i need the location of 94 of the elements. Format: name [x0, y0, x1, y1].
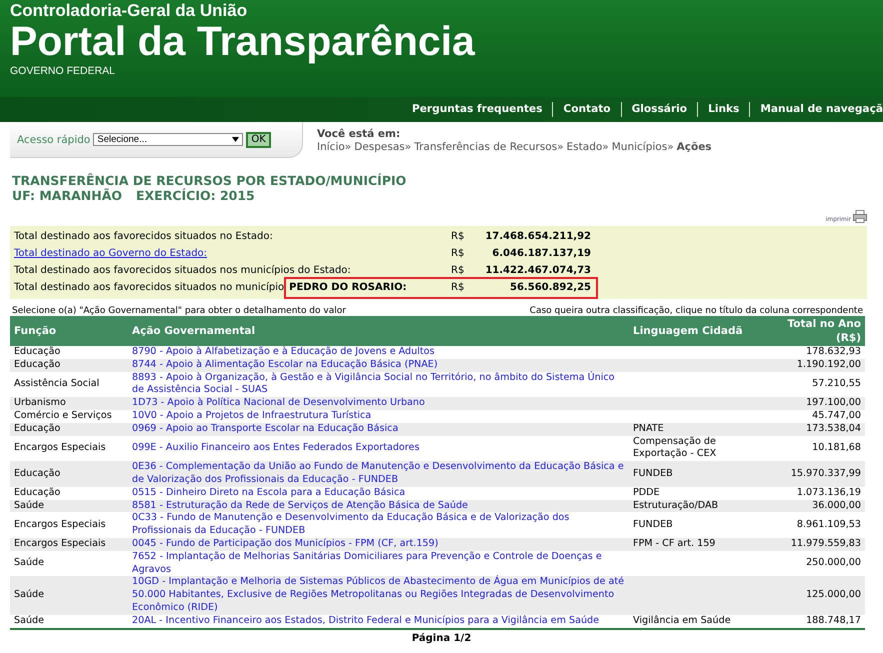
site-title: Portal da Transparência [10, 21, 476, 61]
column-header[interactable]: Linguagem Cidadã [629, 316, 757, 346]
breadcrumb-link[interactable]: Municípios [612, 141, 668, 153]
summary-link[interactable]: Total destinado ao Governo do Estado: [14, 248, 208, 259]
nav-link[interactable]: Contato [552, 102, 621, 117]
org-name: Controladoria-Geral da União [10, 0, 248, 21]
breadcrumb-link[interactable]: Estado [566, 141, 602, 153]
summary-amount: 6.046.187.137,19 [491, 248, 591, 259]
summary-label: Total destinado aos favorecidos situados no Estado: [14, 231, 273, 242]
breadcrumb-link[interactable]: Início [317, 141, 345, 153]
currency-label: R$ [451, 265, 466, 276]
table-cell: Educação [10, 461, 128, 487]
table-cell: Vigilância em Saúde [633, 614, 731, 626]
currency-label: R$ [451, 282, 466, 293]
nav-link[interactable]: Perguntas frequentes [402, 102, 552, 117]
breadcrumb-link[interactable]: Despesas [354, 141, 405, 153]
table-cell: FUNDEB [633, 518, 673, 530]
summary-amount: 17.468.654.211,92 [484, 231, 591, 242]
table-cell: 125.000,00 [757, 576, 865, 615]
table-cell: Educação [10, 346, 128, 359]
table-cell: 11.979.559,83 [757, 538, 865, 551]
table-cell: 188.748,17 [757, 614, 865, 629]
table-cell: 45.747,00 [757, 410, 865, 423]
column-header[interactable]: Ação Governamental [128, 316, 629, 346]
currency-label: R$ [451, 231, 466, 242]
table-cell: 36.000,00 [757, 500, 865, 512]
summary-label: Total destinado aos favorecidos situados nos municípios do Estado: [14, 265, 351, 276]
currency-label: R$ [451, 248, 466, 259]
table-cell: Encargos Especiais [10, 512, 128, 538]
summary-amount: 56.560.892,25 [509, 282, 591, 293]
table-cell: 250.000,00 [757, 550, 865, 576]
table-cell: 57.210,55 [757, 372, 865, 398]
nav-link[interactable]: Manual de navegaçã [749, 102, 883, 117]
table-cell: 1.190.192,00 [757, 358, 865, 372]
action-link[interactable]: 7652 - Implantação de Melhorias Sanitárias Domiciliares para Prevenção e Controle de Doenças e Agravos [132, 550, 625, 576]
table-cell: Compensação de Exportação - CEX [633, 436, 716, 460]
action-link[interactable]: 20AL - Incentivo Financeiro aos Estados, Distrito Federal e Municípios para a Vigilância em Saúde [132, 614, 625, 628]
action-link[interactable]: 10V0 - Apoio a Projetos de Infraestrutura Turística [132, 410, 625, 423]
action-link[interactable]: 0C33 - Fundo de Manutenção e Desenvolvimento da Educação Básica e de Valorização dos Profissionais da Educação - FUNDEB [132, 512, 625, 538]
nav-link[interactable]: Links [697, 102, 750, 117]
table-cell: 10.181,68 [757, 436, 865, 462]
action-link[interactable]: 099E - Auxilio Financeiro aos Entes Federados Exportadores [132, 442, 625, 455]
table-cell: Saúde [10, 550, 128, 576]
ok-button[interactable]: OK [246, 132, 271, 148]
table-cell: Saúde [10, 500, 128, 512]
table-hint: Selecione o(a) "Ação Governamental" para obter o detalhamento do valor [12, 306, 346, 316]
breadcrumb-separator: » [404, 141, 412, 153]
table-cell: 197.100,00 [757, 397, 865, 410]
table-cell: 173.538,04 [757, 422, 865, 436]
summary-label: Total destinado aos favorecidos situados no município [14, 282, 284, 293]
table-cell: Saúde [10, 576, 128, 615]
table-cell: PDDE [633, 486, 660, 498]
printer-icon[interactable] [853, 210, 867, 223]
nav-link[interactable]: Glossário [620, 102, 698, 117]
table-cell: Educação [10, 486, 128, 500]
breadcrumb-separator: » [344, 141, 352, 153]
table-cell: Encargos Especiais [10, 436, 128, 462]
pagination-label: Página 1/2 [412, 632, 472, 644]
table-cell: 1.073.136,19 [757, 486, 865, 500]
table-cell: Estruturação/DAB [633, 500, 718, 511]
breadcrumb-link[interactable]: Transferências de Recursos [414, 141, 558, 153]
table-cell: PNATE [633, 422, 664, 434]
table-cell: Assistência Social [10, 372, 128, 398]
table-cell: FPM - CF art. 159 [633, 538, 716, 549]
page-title: TRANSFERÊNCIA DE RECURSOS POR ESTADO/MUNICÍPIO [12, 173, 408, 188]
action-link[interactable]: 8790 - Apoio à Alfabetização e à Educação de Jovens e Adultos [132, 346, 625, 359]
table-cell: Urbanismo [10, 397, 128, 410]
table-cell: 8.961.109,53 [757, 512, 865, 538]
table-cell: Encargos Especiais [10, 538, 128, 551]
site-subtitle: GOVERNO FEDERAL [10, 65, 116, 77]
breadcrumb-separator: » [667, 141, 674, 153]
table-cell: Educação [10, 358, 128, 372]
column-header[interactable]: Função [10, 316, 128, 346]
table-cell: 178.632,93 [757, 346, 865, 359]
year-label: EXERCÍCIO: 2015 [136, 188, 255, 203]
table-cell: FUNDEB [633, 468, 673, 479]
summary-amount: 11.422.467.074,73 [484, 265, 591, 276]
column-header[interactable]: Total no Ano (R$) [757, 316, 865, 346]
quick-access-label: Acesso rápido [17, 134, 90, 146]
breadcrumb-separator: » [557, 141, 564, 153]
state-label: UF: MARANHÃO [12, 188, 122, 203]
table-cell: Comércio e Serviços [10, 410, 128, 423]
table-cell: 15.970.337,99 [757, 461, 865, 487]
breadcrumb-link[interactable]: Ações [676, 141, 712, 153]
sort-hint: Caso queira outra classificação, clique no título da coluna correspondente [530, 306, 863, 316]
municipality-name: PEDRO DO ROSARIO: [289, 282, 408, 293]
action-link[interactable]: 8893 - Apoio à Organização, à Gestão e à Vigilância Social no Território, no âmbito do Sistema Único de Assistência Social - SUAS [132, 372, 625, 398]
table-cell: Saúde [10, 614, 128, 629]
breadcrumb-heading: Você está em: [317, 128, 402, 140]
action-link[interactable]: 0515 - Dinheiro Direto na Escola para a Educação Básica [132, 486, 625, 500]
dropdown-arrow-icon [232, 137, 240, 142]
quick-access-select[interactable]: Selecione... [93, 133, 244, 146]
breadcrumb-separator: » [602, 141, 609, 153]
table-cell: Educação [10, 422, 128, 436]
